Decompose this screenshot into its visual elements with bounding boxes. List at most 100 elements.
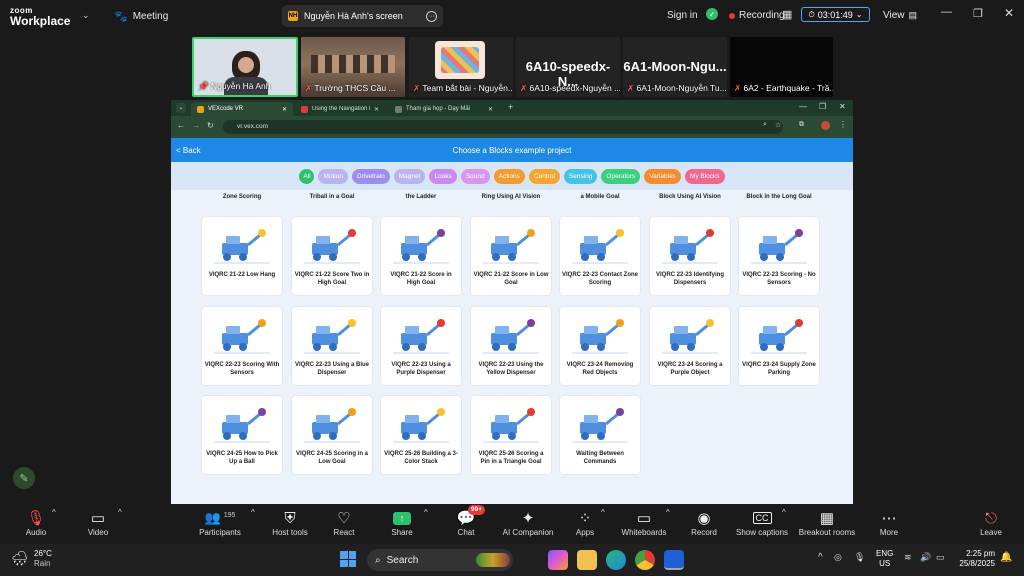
filter-chip[interactable]: My Blocks <box>684 168 725 184</box>
chevron-up-icon[interactable]: ^ <box>118 508 122 517</box>
grid-icon[interactable]: ▦ <box>782 8 792 21</box>
star-icon[interactable]: ☆ <box>775 121 781 129</box>
share-button[interactable]: ↑ Share <box>384 508 420 537</box>
cut-off-card-label[interactable]: a Mobile Goal <box>560 194 640 200</box>
new-tab-icon[interactable]: + <box>508 102 513 112</box>
filter-chip[interactable]: All <box>299 168 315 184</box>
cut-off-card-label[interactable]: Zone Scoring <box>202 194 282 200</box>
example-project-card[interactable]: VIQRC 22-23 Scoring With Sensors <box>202 307 282 385</box>
notification-icon[interactable]: 🔔 <box>1000 552 1012 563</box>
ai-companion-button[interactable]: ✦ AI Companion <box>498 508 558 537</box>
chevron-up-icon[interactable]: ^ <box>818 552 823 563</box>
participant-tile[interactable]: ✗ Team bắt bài - Nguyễn... <box>409 37 513 97</box>
browser-tab[interactable]: Tham gia họp - Dạy Mãi ✕ <box>389 102 499 116</box>
extensions-icon[interactable]: ⧉ <box>799 121 804 129</box>
profile-avatar[interactable] <box>821 121 830 130</box>
whiteboards-button[interactable]: ▭ Whiteboards <box>618 508 670 537</box>
filter-chip[interactable]: Variables <box>644 168 681 184</box>
zoom-tray-icon[interactable]: ◎ <box>834 552 842 563</box>
windows-start-icon[interactable] <box>340 551 356 567</box>
zoom-magnifier-icon[interactable]: ⌕ <box>763 121 767 129</box>
minimize-icon[interactable]: — <box>941 6 952 18</box>
example-project-card[interactable]: VIQRC 24-25 Scoring in a Low Goal <box>292 396 372 474</box>
browser-tab[interactable]: Using the Navigation Kit in a VR ✕ <box>295 102 385 116</box>
forward-arrow-icon[interactable]: → <box>192 121 200 130</box>
example-project-card[interactable]: VIQRC 24-25 How to Pick Up a Ball <box>202 396 282 474</box>
example-project-card[interactable]: VIQRC 21-22 Low Hang <box>202 217 282 295</box>
browser-tab[interactable]: VEXcode VR ✕ <box>191 102 293 116</box>
filter-chip[interactable]: Looks <box>429 168 457 184</box>
shared-screen-indicator[interactable]: NH Nguyễn Hà Anh's screen ··· <box>282 5 443 27</box>
meeting-menu[interactable]: 🐾 Meeting <box>114 10 168 23</box>
participant-tile[interactable]: ✗ Trường THCS Cầu ... <box>301 37 405 97</box>
participant-tile[interactable]: 6A1-Moon-Ngu... ✗ 6A1-Moon-Nguyễn Tu... <box>623 37 727 97</box>
chevron-up-icon[interactable]: ^ <box>666 508 670 517</box>
host-tools-button[interactable]: ⛨ Host tools <box>270 508 310 538</box>
chevron-up-icon[interactable]: ^ <box>782 508 786 517</box>
language-indicator[interactable]: ENG US <box>876 549 893 569</box>
wifi-icon[interactable]: ≋ <box>904 552 912 563</box>
example-project-card[interactable]: Waiting Between Commands <box>560 396 640 474</box>
mic-tray-icon[interactable]: 🎙 <box>854 552 865 563</box>
example-project-card[interactable]: VIQRC 22-23 Using a Blue Dispenser <box>292 307 372 385</box>
example-project-card[interactable]: VIQRC 25-26 Building a 3-Color Stack <box>381 396 461 474</box>
cut-off-card-label[interactable]: Ring Using AI Vision <box>471 194 551 200</box>
chevron-up-icon[interactable]: ^ <box>251 508 255 517</box>
example-project-card[interactable]: VIQRC 22-23 Identifying Dispensers <box>650 217 730 295</box>
filter-chip[interactable]: Magnet <box>393 168 426 184</box>
filter-chip[interactable]: Drivetrain <box>351 168 390 184</box>
chevron-down-icon[interactable]: ⌄ <box>82 10 90 21</box>
record-button[interactable]: ◉ Record <box>686 508 722 537</box>
volume-icon[interactable]: 🔊 <box>920 552 931 563</box>
taskbar-search[interactable]: ⌕ Search <box>367 549 513 571</box>
chat-button[interactable]: 💬 99+ Chat <box>448 505 486 537</box>
close-icon[interactable]: ✕ <box>488 106 493 113</box>
meeting-timer[interactable]: ⏱ 03:01:49 ⌄ <box>801 7 870 22</box>
filter-chip[interactable]: Actions <box>493 168 525 184</box>
example-project-card[interactable]: VIQRC 23-24 Scoring a Purple Object <box>650 307 730 385</box>
audio-button[interactable]: 🎙 Audio <box>18 508 54 537</box>
cut-off-card-label[interactable]: Triball in a Goal <box>292 194 372 200</box>
participant-tile[interactable]: ✗ 6A2 - Earthquake - Trầ... <box>730 37 833 97</box>
edge-icon[interactable] <box>606 550 626 570</box>
shield-check-icon[interactable]: ✓ <box>706 8 718 20</box>
address-bar[interactable]: vr.vex.com <box>223 120 783 134</box>
example-project-card[interactable]: VIQRC 22-23 Contact Zone Scoring <box>560 217 640 295</box>
tab-list-icon[interactable]: ⌄ <box>176 103 186 113</box>
file-explorer-icon[interactable] <box>577 550 597 570</box>
example-project-card[interactable]: VIQRC 21-22 Score Two in High Goal <box>292 217 372 295</box>
reload-icon[interactable]: ↻ <box>207 121 214 130</box>
filter-chip[interactable]: Operators <box>601 168 641 184</box>
more-options-icon[interactable]: ··· <box>426 10 437 22</box>
example-project-card[interactable]: VIQRC 25-26 Scoring a Pin in a Triangle … <box>471 396 551 474</box>
example-project-card[interactable]: VIQRC 23-24 Removing Red Objects <box>560 307 640 385</box>
example-project-card[interactable]: VIQRC 21-22 Score in Low Goal <box>471 217 551 295</box>
kebab-menu-icon[interactable]: ⋮ <box>839 120 847 129</box>
video-button[interactable]: ▭ Video <box>80 508 116 537</box>
weather-widget[interactable]: 26°C Rain <box>34 549 52 569</box>
filter-chip[interactable]: Control <box>528 168 560 184</box>
signin-button[interactable]: Sign in <box>667 10 698 21</box>
filter-chip[interactable]: Sensing <box>563 168 598 184</box>
example-project-card[interactable]: VIQRC 23-24 Supply Zone Parking <box>739 307 819 385</box>
example-project-card[interactable]: VIQRC 22-23 Scoring - No Sensors <box>739 217 819 295</box>
clock[interactable]: 2:25 pm 25/8/2025 <box>953 549 995 569</box>
chevron-up-icon[interactable]: ^ <box>52 508 56 517</box>
react-button[interactable]: ♡ React <box>326 508 362 537</box>
example-project-card[interactable]: VIQRC 22-23 Using the Yellow Dispenser <box>471 307 551 385</box>
close-icon[interactable]: ✕ <box>282 106 287 113</box>
chevron-up-icon[interactable]: ^ <box>424 508 428 517</box>
copilot-icon[interactable] <box>548 550 568 570</box>
cut-off-card-label[interactable]: Block Using AI Vision <box>650 194 730 200</box>
battery-icon[interactable]: ▭ <box>936 552 945 563</box>
close-icon[interactable]: ✕ <box>1004 6 1014 20</box>
breakout-rooms-button[interactable]: ▦ Breakout rooms <box>796 508 858 537</box>
restore-icon[interactable]: ❐ <box>973 7 983 20</box>
view-button[interactable]: View ▤ <box>883 10 917 21</box>
example-project-card[interactable]: VIQRC 22-23 Using a Purple Dispenser <box>381 307 461 385</box>
back-arrow-icon[interactable]: ← <box>177 121 185 130</box>
chevron-up-icon[interactable]: ^ <box>601 508 605 517</box>
leave-button[interactable]: ⎋ Leave <box>974 508 1008 538</box>
zoom-app-icon[interactable] <box>664 550 684 570</box>
cut-off-card-label[interactable]: the Ladder <box>381 194 461 200</box>
